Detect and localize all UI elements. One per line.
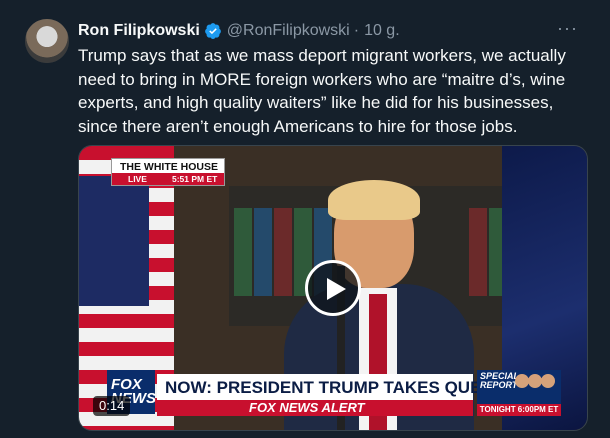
author-name[interactable]: Ron Filipkowski — [78, 22, 200, 40]
play-icon — [327, 278, 346, 300]
verified-badge-icon — [204, 23, 221, 40]
timestamp[interactable]: 10 g. — [364, 22, 400, 40]
video-player[interactable]: THE WHITE HOUSE LIVE 5:51 PM ET FOX NEWS… — [78, 145, 588, 431]
live-time: 5:51 PM ET — [172, 174, 218, 184]
avatar[interactable] — [25, 19, 69, 63]
tweet-header: Ron Filipkowski @RonFilipkowski · 10 g. … — [78, 18, 590, 42]
tweet[interactable]: Ron Filipkowski @RonFilipkowski · 10 g. … — [0, 0, 610, 438]
special-report-promo: SPECIAL REPORT TONIGHT 6:00PM ET — [477, 370, 561, 416]
separator: · — [353, 22, 360, 39]
tweet-text: Trump says that as we mass deport migran… — [78, 46, 566, 136]
live-label: LIVE — [128, 174, 147, 184]
news-lower-third: FOX NEWS NOW: PRESIDENT TRUMP TAKES QUES… — [79, 370, 587, 430]
play-button[interactable] — [305, 260, 361, 316]
white-house-badge: THE WHITE HOUSE LIVE 5:51 PM ET — [111, 158, 225, 186]
author-handle[interactable]: @RonFilipkowski — [227, 22, 350, 40]
white-house-title: THE WHITE HOUSE — [120, 161, 219, 173]
alert-banner: FOX NEWS ALERT — [157, 400, 473, 416]
headline-banner: NOW: PRESIDENT TRUMP TAKES QUESTIONS — [157, 374, 545, 400]
video-duration: 0:14 — [93, 396, 131, 416]
more-options-icon[interactable]: ··· — [557, 18, 578, 39]
